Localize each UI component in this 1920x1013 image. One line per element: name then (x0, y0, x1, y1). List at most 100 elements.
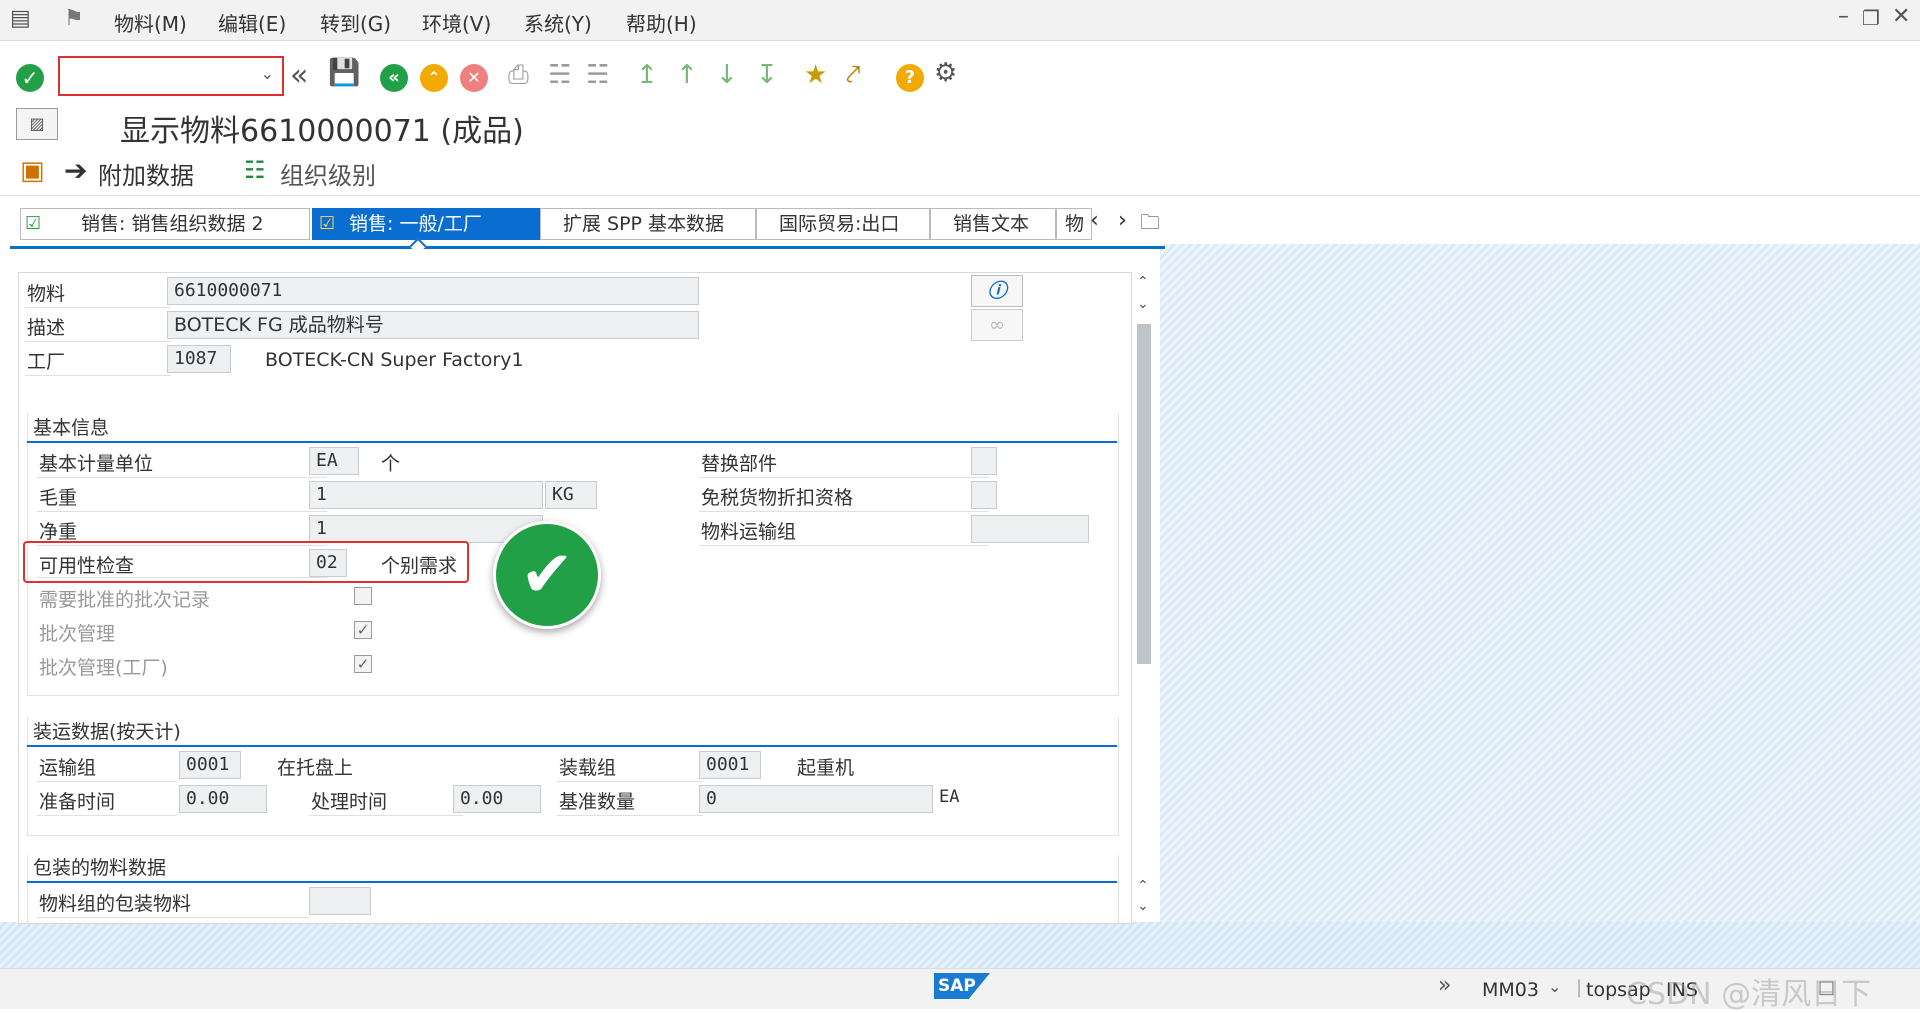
base-uom-field[interactable]: EA (309, 447, 359, 475)
base-qty-label: 基准数量 (559, 791, 636, 813)
mat-group-pack-label: 物料组的包装物料 (39, 893, 192, 915)
active-tab-pointer (409, 237, 427, 255)
batch-mgmt-label: 批次管理 (39, 623, 116, 645)
find-icon[interactable]: ☵ (548, 60, 571, 90)
help-icon[interactable]: ? (896, 64, 924, 92)
find-next-icon[interactable]: ☵ (586, 60, 609, 90)
transport-group-field[interactable] (971, 515, 1089, 543)
menu-edit[interactable]: 编辑(E) (218, 8, 286, 37)
label-underline (309, 815, 463, 816)
label-underline (25, 341, 171, 342)
screen-layout-icon[interactable]: ▨ (16, 108, 58, 140)
settings-icon[interactable]: ⚙ (934, 58, 957, 88)
proc-time-field[interactable]: 0.00 (453, 785, 541, 813)
menu-help[interactable]: 帮助(H) (626, 8, 697, 37)
back-icon[interactable]: « (380, 64, 408, 92)
batch-record-checkbox[interactable] (354, 587, 372, 605)
mat-group-pack-field[interactable] (309, 887, 371, 915)
description-field[interactable]: BOTECK FG 成品物料号 (167, 311, 699, 339)
scroll-down-icon[interactable]: ⌄ (1137, 296, 1149, 312)
trans-group-text: 在托盘上 (277, 757, 354, 779)
sap-logo: SAP (934, 973, 990, 999)
success-check-icon: ✔ (493, 521, 601, 629)
chevron-down-icon[interactable]: ⌄ (1548, 977, 1561, 996)
tab-foreign-trade-export[interactable]: 国际贸易:出口 (756, 208, 930, 240)
window-menu-icon[interactable]: ▤ (10, 6, 31, 31)
setup-time-field[interactable]: 0.00 (179, 785, 267, 813)
chevron-down-icon[interactable]: ⌄ (261, 64, 274, 83)
tab-scroll-left-icon[interactable]: ‹ (1090, 208, 1099, 233)
tab-sales-text[interactable]: 销售文本 (930, 208, 1056, 240)
group-title: 包装的物料数据 (33, 857, 167, 879)
scroll-down-icon[interactable]: ⌄ (1137, 898, 1149, 914)
collapse-toolbar-icon[interactable]: « (290, 58, 308, 93)
loading-group-field[interactable]: 0001 (699, 751, 761, 779)
shortcut-icon[interactable]: ⤤ (846, 60, 861, 91)
restore-icon[interactable]: ❐ (1862, 6, 1880, 30)
next-page-icon[interactable]: ↓ (716, 60, 738, 90)
cancel-icon[interactable]: ✕ (460, 64, 488, 92)
gross-weight-label: 毛重 (39, 487, 78, 509)
last-page-icon[interactable]: ↧ (756, 60, 778, 90)
label-underline (37, 511, 327, 512)
scroll-up-icon[interactable]: ⌃ (1137, 878, 1149, 894)
material-field[interactable]: 6610000071 (167, 277, 699, 305)
save-icon[interactable]: 💾 (328, 58, 360, 88)
transaction-code[interactable]: MM03 (1482, 979, 1539, 1001)
setup-time-label: 准备时间 (39, 791, 116, 813)
group-title: 装运数据(按天计) (33, 721, 181, 743)
menu-goto[interactable]: 转到(G) (320, 8, 391, 37)
status-check-icon: ☑ (25, 213, 42, 234)
bottom-background (0, 922, 1920, 968)
menu-system[interactable]: 系统(Y) (524, 8, 592, 37)
org-levels-button[interactable]: 组织级别 (280, 156, 376, 191)
proc-time-label: 处理时间 (311, 791, 388, 813)
command-field[interactable]: ⌄ (58, 56, 284, 96)
customize-icon[interactable]: ⚑ (64, 6, 84, 31)
batch-mgmt-plant-label: 批次管理(工厂) (39, 657, 168, 679)
gross-weight-field[interactable]: 1 (309, 481, 543, 509)
label-underline (25, 375, 171, 376)
previous-page-icon[interactable]: ↑ (676, 60, 698, 90)
weight-unit-field[interactable]: KG (545, 481, 597, 509)
tab-more[interactable]: 物 (1056, 208, 1092, 240)
tab-scroll-right-icon[interactable]: › (1118, 208, 1127, 233)
create-session-icon[interactable]: ★ (804, 60, 827, 90)
command-input[interactable] (64, 62, 248, 90)
close-window-icon[interactable]: ✕ (1892, 4, 1910, 29)
other-material-icon[interactable]: ▣ (20, 156, 45, 186)
expand-status-icon[interactable]: » (1438, 973, 1451, 998)
duty-free-field[interactable] (971, 481, 997, 509)
label-underline (557, 815, 703, 816)
tab-spp-basic[interactable]: 扩展 SPP 基本数据 (540, 208, 756, 240)
trans-group-field[interactable]: 0001 (179, 751, 241, 779)
tab-underline (10, 246, 1165, 249)
availability-check-field[interactable]: 02 (309, 549, 347, 577)
base-qty-field[interactable]: 0 (699, 785, 933, 813)
menu-material[interactable]: 物料(M) (114, 8, 187, 37)
minimize-icon[interactable]: – (1838, 4, 1849, 29)
status-bar: SAP » MM03 ⌄ | topsap INS □ CSDN @清风日下 (0, 968, 1920, 1012)
print-icon[interactable]: ⎙ (508, 60, 529, 91)
scroll-thumb[interactable] (1137, 324, 1151, 664)
loading-group-label: 装载组 (559, 757, 617, 779)
tab-sales-general-plant[interactable]: ☑ 销售: 一般/工厂 (312, 208, 540, 240)
tab-sales-org-2[interactable]: ☑ 销售: 销售组织数据 2 (20, 208, 310, 240)
availability-check-label: 可用性检查 (39, 555, 135, 577)
scroll-up-icon[interactable]: ⌃ (1137, 274, 1149, 290)
enter-icon[interactable]: ✓ (16, 64, 44, 92)
batch-mgmt-plant-checkbox[interactable]: ✓ (354, 655, 372, 673)
replacement-part-field[interactable] (971, 447, 997, 475)
plant-name: BOTECK-CN Super Factory1 (265, 349, 524, 371)
vertical-scrollbar[interactable]: ⌃ ⌄ ⌃ ⌄ (1134, 272, 1154, 922)
group-title: 基本信息 (33, 417, 110, 439)
display-glasses-button[interactable]: ∞ (971, 309, 1023, 341)
additional-data-button[interactable]: 附加数据 (98, 156, 194, 191)
menu-environment[interactable]: 环境(V) (422, 8, 491, 37)
tab-list-icon[interactable]: 🗀 (1140, 208, 1160, 242)
batch-mgmt-checkbox[interactable]: ✓ (354, 621, 372, 639)
first-page-icon[interactable]: ↥ (636, 60, 658, 90)
plant-field[interactable]: 1087 (167, 345, 231, 373)
exit-icon[interactable]: ⌃ (420, 64, 448, 92)
info-button[interactable]: ⓘ (971, 275, 1023, 307)
